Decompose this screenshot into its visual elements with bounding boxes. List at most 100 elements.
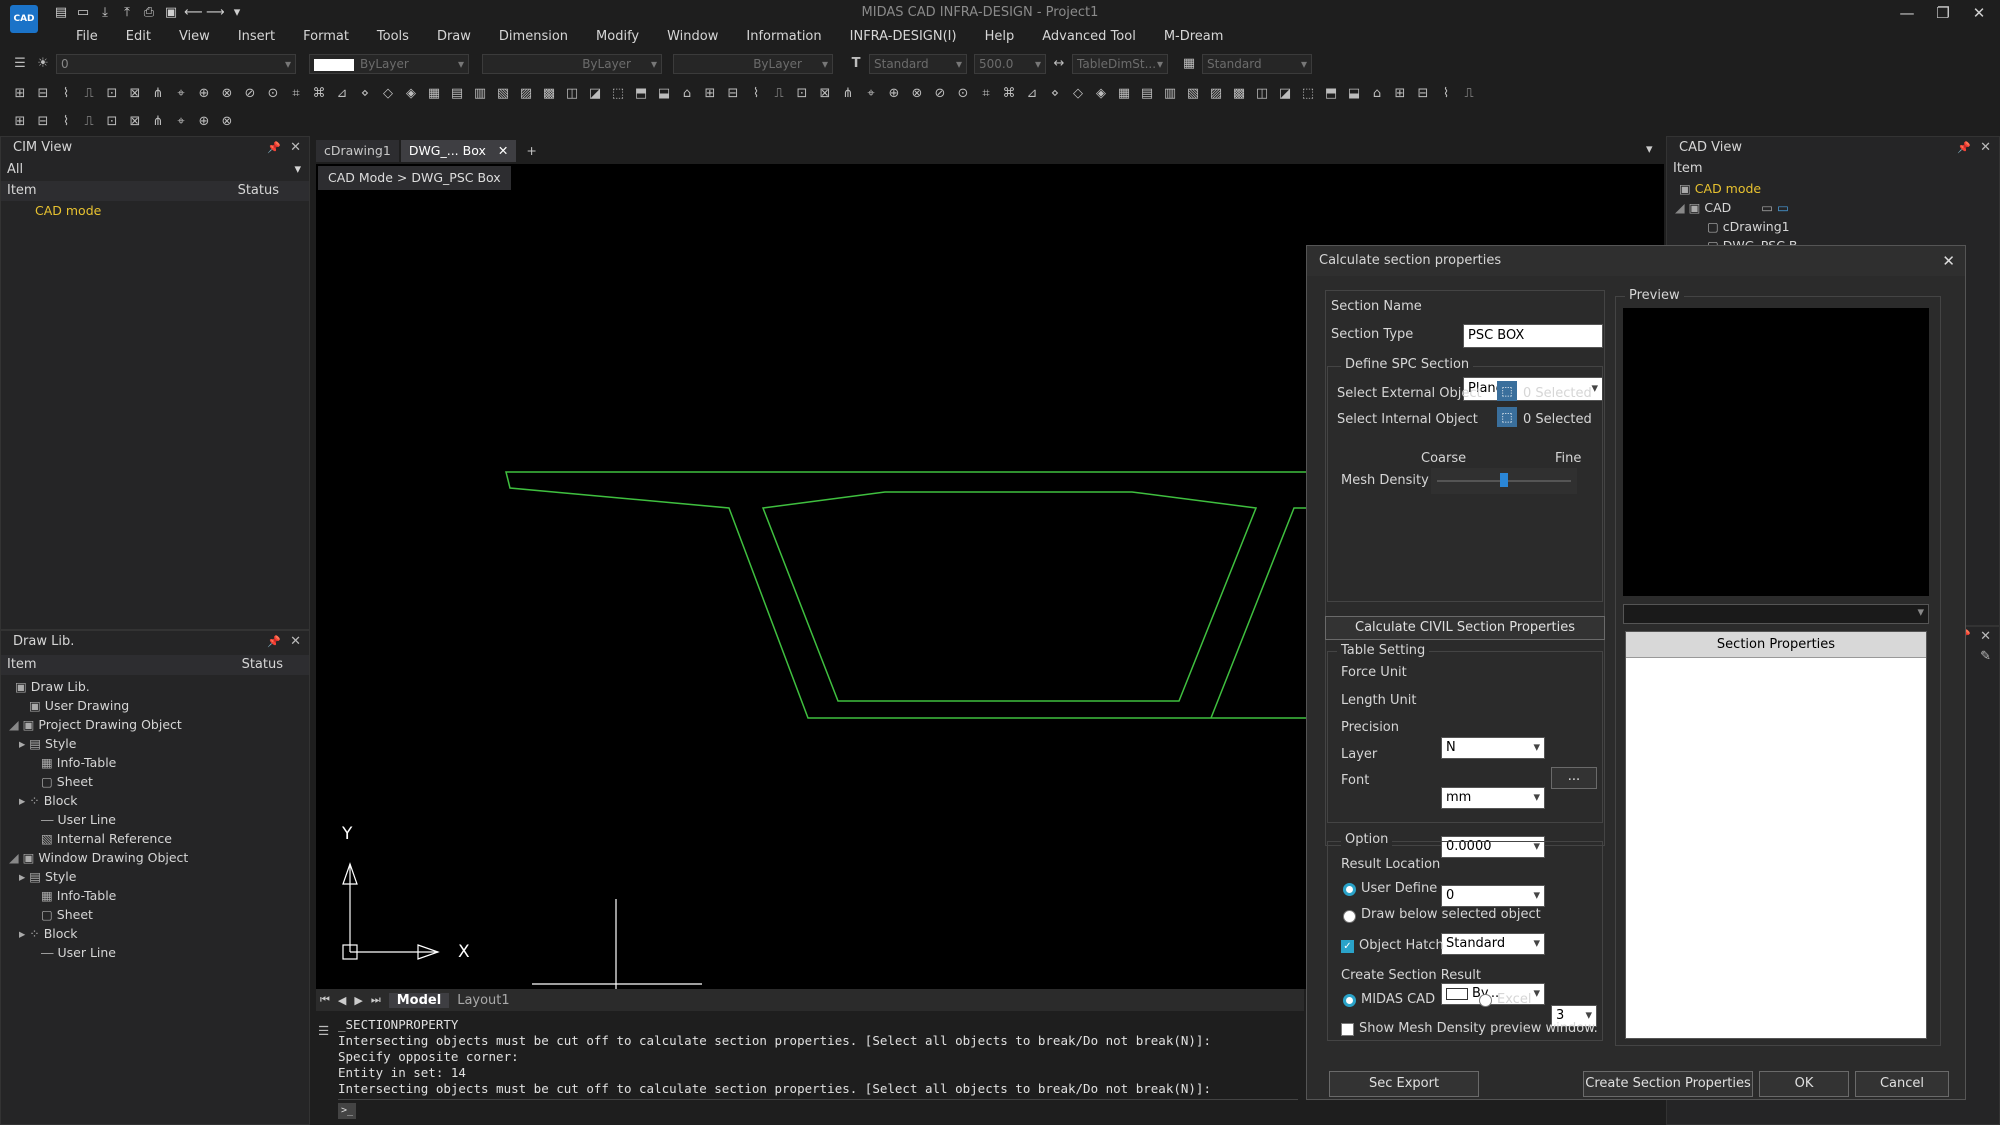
toolbar-tool-icon[interactable]: ⊕ (194, 112, 214, 132)
toolbar-tool-icon[interactable]: ⊕ (194, 84, 214, 104)
next-layout-icon[interactable]: ▶ (354, 994, 362, 1007)
toolbar-tool-icon[interactable]: ⊡ (792, 84, 812, 104)
toolbar-tool-icon[interactable]: ▧ (1183, 84, 1203, 104)
menu-dimension[interactable]: Dimension (485, 28, 582, 46)
tree-item[interactable]: ― User Line (1, 943, 309, 962)
menu-modify[interactable]: Modify (582, 28, 653, 46)
mesh-density-slider[interactable] (1431, 468, 1577, 494)
toolbar-tool-icon[interactable]: ▦ (424, 84, 444, 104)
toolbar-tool-icon[interactable]: ▥ (470, 84, 490, 104)
linetype-combo[interactable]: ByLayer (482, 54, 662, 74)
toolbar-tool-icon[interactable]: ⊠ (125, 84, 145, 104)
force-unit-select[interactable]: N (1441, 737, 1545, 759)
toolbar-tool-icon[interactable]: ⬓ (654, 84, 674, 104)
calculate-civil-button[interactable]: Calculate CIVIL Section Properties (1325, 616, 1605, 640)
view-icon[interactable]: ▭ (1761, 200, 1773, 215)
toolbar-tool-icon[interactable]: ⊞ (700, 84, 720, 104)
toolbar-tool-icon[interactable]: ⌂ (677, 84, 697, 104)
toolbar-tool-icon[interactable]: ⊿ (332, 84, 352, 104)
tree-item[interactable]: ▸ ▤ Style (1, 734, 309, 753)
close-icon[interactable]: ✕ (1980, 629, 1991, 644)
toolbar-tool-icon[interactable]: ⎍ (79, 112, 99, 132)
menu-view[interactable]: View (165, 28, 224, 46)
menu-file[interactable]: File (62, 28, 112, 46)
sec-export-button[interactable]: Sec Export (1329, 1071, 1479, 1097)
toolbar-tool-icon[interactable]: ⬚ (1298, 84, 1318, 104)
close-icon[interactable]: ✕ (1980, 137, 1991, 159)
midas-cad-radio[interactable] (1343, 994, 1356, 1007)
last-layout-icon[interactable]: ⏭ (371, 993, 381, 1007)
toolbar-tool-icon[interactable]: ⌖ (171, 84, 191, 104)
toolbar-tool-icon[interactable]: ⬓ (1344, 84, 1364, 104)
tree-item[interactable]: ▸ ⁘ Block (1, 924, 309, 943)
toolbar-tool-icon[interactable]: ⊗ (907, 84, 927, 104)
toolbar-tool-icon[interactable]: ▨ (516, 84, 536, 104)
tab-layout1[interactable]: Layout1 (457, 993, 509, 1008)
toolbar-tool-icon[interactable]: ▥ (1160, 84, 1180, 104)
toolbar-tool-icon[interactable]: ⊘ (930, 84, 950, 104)
toolbar-tool-icon[interactable]: ⌘ (309, 84, 329, 104)
tab-dwg-psc-box[interactable]: DWG_... Box ✕ (400, 140, 517, 162)
color-combo[interactable]: ByLayer (309, 54, 469, 74)
maximize-button[interactable]: ❐ (1929, 4, 1957, 22)
toolbar-tool-icon[interactable]: ⊙ (263, 84, 283, 104)
text-style-icon[interactable]: T (846, 54, 866, 74)
first-layout-icon[interactable]: ⏮ (320, 993, 330, 1007)
tree-item[interactable]: ◢ ▣ CAD ▭ ▭ (1667, 198, 1999, 217)
toolbar-tool-icon[interactable]: ⋔ (838, 84, 858, 104)
toolbar-tool-icon[interactable]: ▩ (1229, 84, 1249, 104)
toolbar-tool-icon[interactable]: ⊗ (217, 84, 237, 104)
command-input[interactable]: >_ (338, 1099, 1298, 1121)
caret-right-icon[interactable]: ▸ (19, 736, 29, 751)
tree-item[interactable]: ▧ Internal Reference (1, 829, 309, 848)
caret-right-icon[interactable]: ▸ (19, 793, 29, 808)
toolbar-tool-icon[interactable]: ⬒ (631, 84, 651, 104)
toolbar-tool-icon[interactable]: ⌇ (746, 84, 766, 104)
toolbar-tool-icon[interactable]: ⊟ (1413, 84, 1433, 104)
toolbar-tool-icon[interactable]: ⊡ (102, 112, 122, 132)
menu-information[interactable]: Information (732, 28, 835, 46)
menu-window[interactable]: Window (653, 28, 732, 46)
tree-item[interactable]: ▸ ▤ Style (1, 867, 309, 886)
toolbar-tool-icon[interactable]: ⊿ (1022, 84, 1042, 104)
toolbar-tool-icon[interactable]: ▤ (447, 84, 467, 104)
dim-style-icon[interactable]: ↔ (1049, 54, 1069, 74)
toolbar-tool-icon[interactable]: ◫ (1252, 84, 1272, 104)
toolbar-tool-icon[interactable]: ⌘ (999, 84, 1019, 104)
tree-item[interactable]: ― User Line (1, 810, 309, 829)
toolbar-tool-icon[interactable]: ◇ (1068, 84, 1088, 104)
toolbar-tool-icon[interactable]: ▤ (1137, 84, 1157, 104)
lineweight-combo[interactable]: ByLayer (673, 54, 833, 74)
toolbar-tool-icon[interactable]: ◪ (1275, 84, 1295, 104)
toolbar-tool-icon[interactable]: ⊗ (217, 112, 237, 132)
excel-radio[interactable] (1479, 994, 1492, 1007)
draw-below-radio[interactable] (1343, 910, 1356, 923)
menu-edit[interactable]: Edit (112, 28, 165, 46)
toolbar-tool-icon[interactable]: ⌗ (976, 84, 996, 104)
tab-list-icon[interactable]: ▾ (1646, 142, 1653, 157)
tree-item[interactable]: ◢ ▣ Project Drawing Object (1, 715, 309, 734)
toolbar-tool-icon[interactable]: ⊕ (884, 84, 904, 104)
command-menu-icon[interactable]: ☰ (318, 1023, 329, 1039)
tab-cdrawing1[interactable]: cDrawing1 (316, 140, 399, 162)
caret-right-icon[interactable]: ▸ (19, 926, 29, 941)
prev-layout-icon[interactable]: ◀ (338, 994, 346, 1007)
toolbar-tool-icon[interactable]: ⬒ (1321, 84, 1341, 104)
minimize-button[interactable]: — (1893, 4, 1921, 22)
create-section-properties-button[interactable]: Create Section Properties (1583, 1071, 1753, 1097)
toolbar-tool-icon[interactable]: ⊞ (10, 84, 30, 104)
tree-item-cad-mode[interactable]: CAD mode (35, 201, 309, 220)
dialog-close-button[interactable]: ✕ (1942, 246, 1955, 276)
toolbar-tool-icon[interactable]: ⌇ (1436, 84, 1456, 104)
toolbar-tool-icon[interactable]: ⌇ (56, 84, 76, 104)
menu-advanced-tool[interactable]: Advanced Tool (1028, 28, 1150, 46)
toolbar-tool-icon[interactable]: ◈ (1091, 84, 1111, 104)
toolbar-tool-icon[interactable]: ⊠ (815, 84, 835, 104)
table-style-icon[interactable]: ▦ (1179, 54, 1199, 74)
menu-help[interactable]: Help (971, 28, 1029, 46)
preview-select[interactable]: ▾ (1623, 604, 1929, 624)
toolbar-tool-icon[interactable]: ⊡ (102, 84, 122, 104)
font-options-button[interactable]: ... (1551, 767, 1597, 789)
select-external-icon[interactable]: ⬚ (1497, 381, 1517, 401)
toolbar-tool-icon[interactable]: ⊠ (125, 112, 145, 132)
